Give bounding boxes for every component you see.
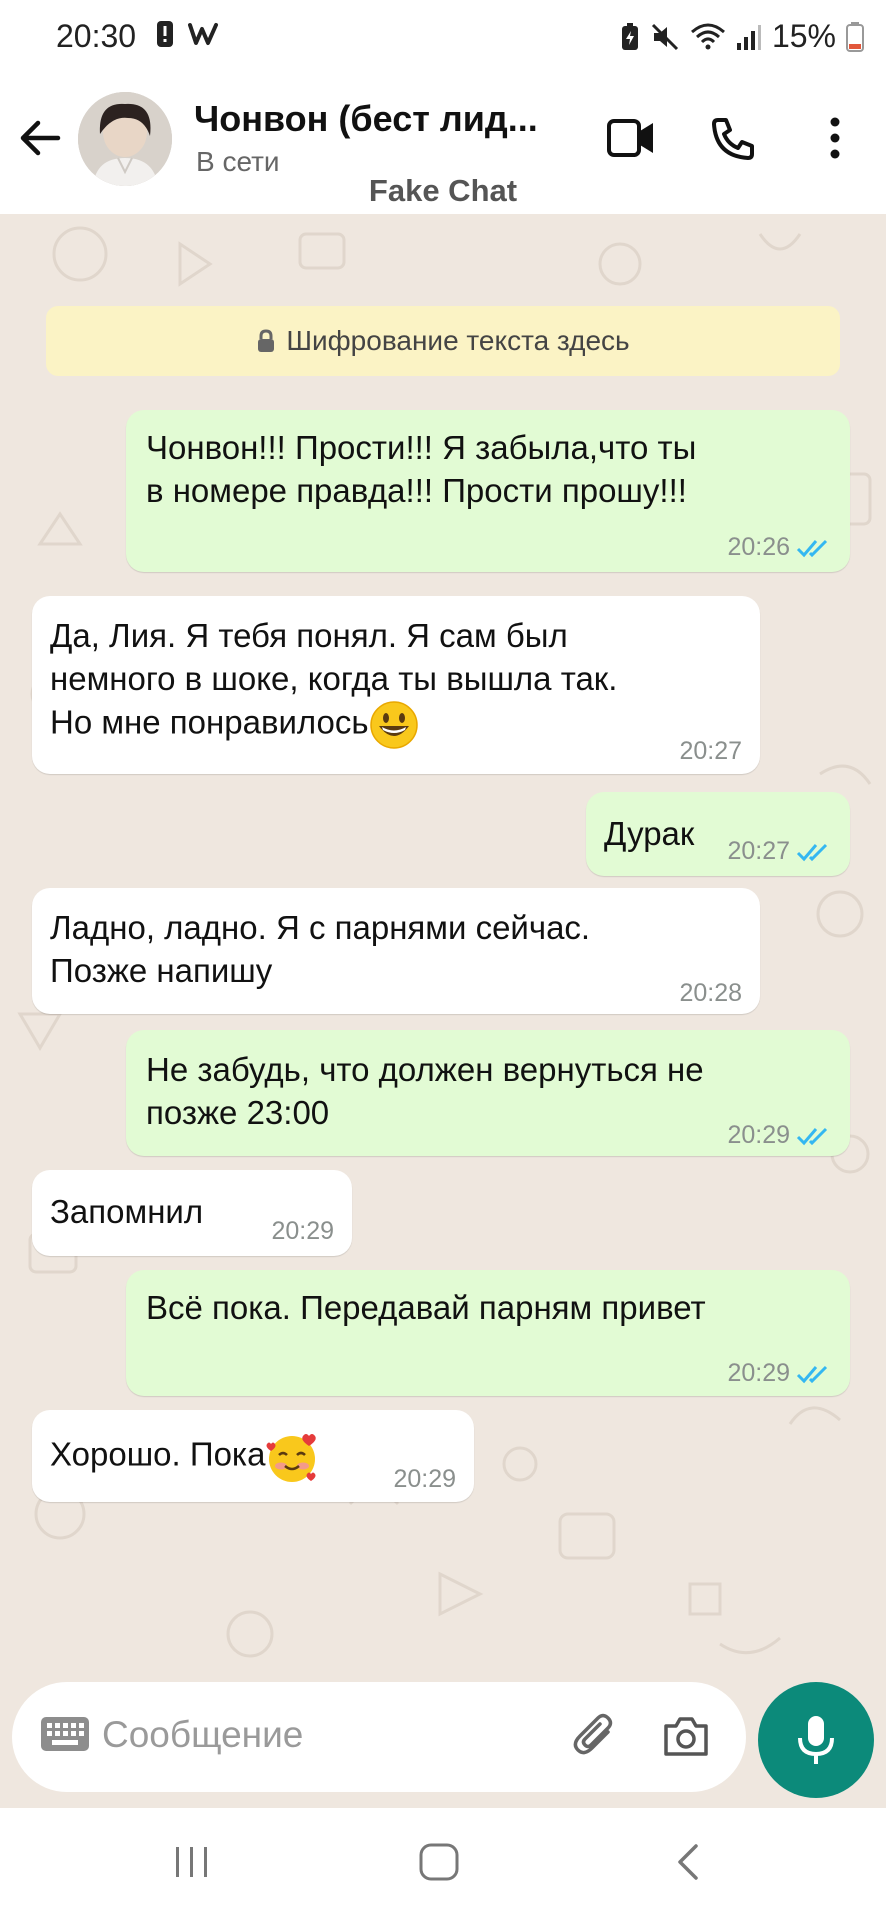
mic-icon: [798, 1716, 834, 1764]
status-bar: 20:30 15%: [0, 0, 886, 80]
message-time: 20:27: [727, 837, 790, 865]
message-line: Хорошо. Пока: [50, 1435, 266, 1473]
lock-icon: [258, 329, 275, 352]
message-line: Но мне понравилось: [50, 703, 369, 741]
message-line: Всё пока. Передавай парням привет: [146, 1289, 706, 1326]
smiling-face-with-hearts-emoji: [266, 1434, 317, 1482]
battery-icon: [846, 21, 864, 52]
home-icon[interactable]: [418, 1842, 460, 1882]
message-text: Да, Лия. Я тебя понял. Я сам был немного…: [50, 614, 617, 750]
message-input-bar: Сообщение: [12, 1682, 746, 1792]
message-text: Запомнил: [50, 1190, 203, 1233]
message-bubble-incoming[interactable]: Да, Лия. Я тебя понял. Я сам был немного…: [32, 596, 760, 774]
alert-icon: [157, 21, 173, 47]
double-check-icon: [796, 1365, 828, 1383]
message-meta: 20:28: [679, 972, 742, 1015]
avatar[interactable]: [78, 92, 172, 186]
message-line: Дурак: [604, 815, 695, 852]
message-text: Чонвон!!! Прости!!! Я забыла,что ты в но…: [146, 426, 696, 512]
message-bubble-incoming[interactable]: Хорошо. Пока 20:29: [32, 1410, 474, 1502]
wifi-icon: [690, 23, 725, 49]
message-bubble-incoming[interactable]: Запомнил 20:29: [32, 1170, 352, 1256]
message-line: в номере правда!!! Прости прошу!!!: [146, 472, 687, 509]
mic-button[interactable]: [758, 1682, 874, 1798]
battery-saver-icon: [621, 22, 638, 50]
phone-icon[interactable]: [710, 116, 756, 162]
message-text: Не забудь, что должен вернуться не позже…: [146, 1048, 704, 1134]
message-time: 20:26: [727, 533, 790, 561]
message-bubble-outgoing[interactable]: Чонвон!!! Прости!!! Я забыла,что ты в но…: [126, 410, 850, 572]
mute-icon: [651, 23, 679, 50]
chat-header: Чонвон (бест лид... В сети Fake Chat: [0, 80, 886, 214]
message-meta: 20:29: [727, 1114, 832, 1157]
message-line: Чонвон!!! Прости!!! Я забыла,что ты: [146, 429, 697, 466]
message-line: Не забудь, что должен вернуться не: [146, 1051, 704, 1088]
status-time: 20:30: [56, 18, 137, 54]
more-vertical-icon[interactable]: [824, 116, 846, 160]
back-arrow-icon[interactable]: [14, 112, 66, 164]
double-check-icon: [796, 1127, 828, 1145]
message-meta: 20:29: [727, 1352, 832, 1395]
message-meta: 20:29: [393, 1458, 456, 1501]
message-time: 20:29: [271, 1217, 334, 1245]
message-line: Да, Лия. Я тебя понял. Я сам был: [50, 617, 568, 654]
message-line: Запомнил: [50, 1193, 204, 1230]
message-time: 20:28: [679, 979, 742, 1007]
message-text: Всё пока. Передавай парням привет: [146, 1286, 706, 1329]
fake-chat-watermark: Fake Chat: [368, 173, 518, 208]
message-text: Ладно, ладно. Я с парнями сейчас. Позже …: [50, 906, 590, 992]
message-meta: 20:29: [271, 1210, 334, 1253]
encryption-notice[interactable]: Шифрование текста здесь: [46, 306, 840, 376]
message-bubble-outgoing[interactable]: Всё пока. Передавай парням привет 20:29: [126, 1270, 850, 1396]
video-call-icon[interactable]: [606, 116, 656, 160]
recent-apps-icon[interactable]: [172, 1842, 212, 1882]
message-time: 20:27: [679, 737, 742, 765]
message-time: 20:29: [727, 1121, 790, 1149]
keyboard-icon[interactable]: [40, 1716, 90, 1752]
message-line: Ладно, ладно. Я с парнями сейчас.: [50, 909, 591, 946]
message-time: 20:29: [727, 1359, 790, 1387]
message-bubble-incoming[interactable]: Ладно, ладно. Я с парнями сейчас. Позже …: [32, 888, 760, 1014]
back-nav-icon[interactable]: [672, 1842, 702, 1882]
message-text: Хорошо. Пока: [50, 1430, 319, 1484]
encryption-text: Шифрование текста здесь: [286, 325, 630, 356]
attach-icon[interactable]: [572, 1712, 618, 1758]
message-bubble-outgoing[interactable]: Не забудь, что должен вернуться не позже…: [126, 1030, 850, 1156]
camera-icon[interactable]: [662, 1714, 710, 1758]
battery-percent: 15%: [771, 18, 836, 54]
message-line: немного в шоке, когда ты вышла так.: [50, 660, 618, 697]
double-check-icon: [796, 843, 828, 861]
system-nav-bar: [0, 1808, 886, 1920]
message-time: 20:29: [393, 1465, 456, 1493]
chat-area[interactable]: Шифрование текста здесь Чонвон!!! Прости…: [0, 214, 886, 1808]
message-bubble-outgoing[interactable]: Дурак 20:27: [586, 792, 850, 876]
message-line: позже 23:00: [146, 1094, 330, 1131]
message-input[interactable]: Сообщение: [102, 1714, 303, 1756]
signal-icon: [736, 24, 761, 50]
contact-name[interactable]: Чонвон (бест лид...: [194, 98, 554, 140]
message-text: Дурак: [604, 812, 694, 855]
webtoon-icon: [188, 23, 218, 45]
message-meta: 20:26: [727, 526, 832, 569]
message-meta: 20:27: [679, 730, 742, 773]
grinning-face-emoji: [369, 701, 418, 749]
message-meta: 20:27: [727, 830, 832, 873]
message-line: Позже напишу: [50, 952, 273, 989]
double-check-icon: [796, 539, 828, 557]
